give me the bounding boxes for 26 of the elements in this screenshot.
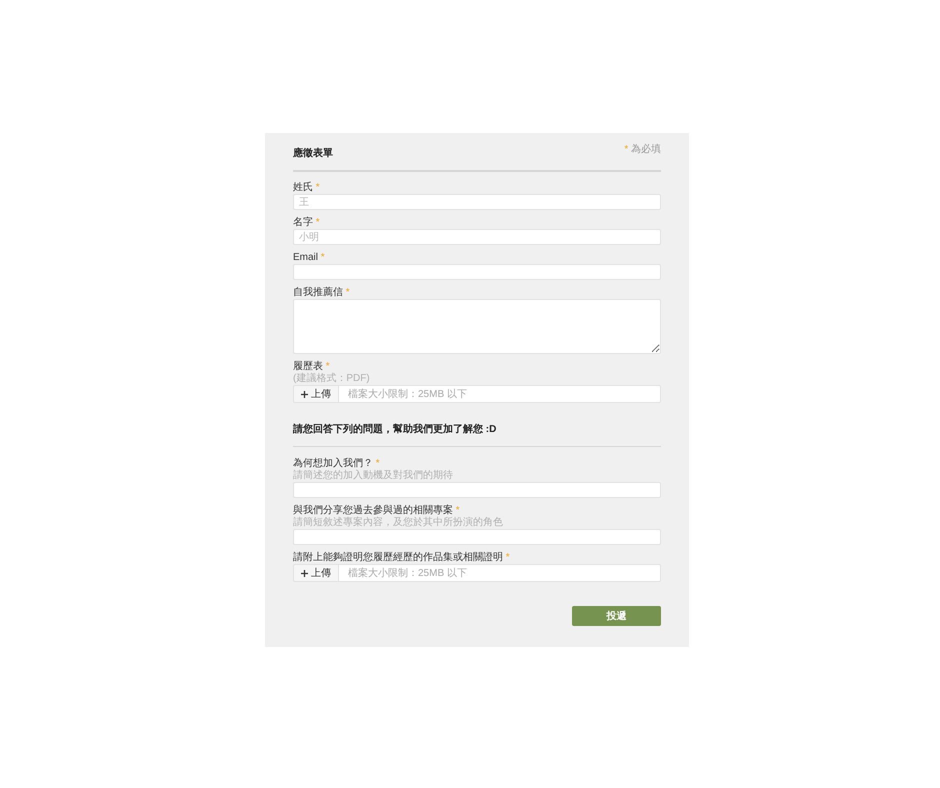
required-note: * 為必填 [624,144,661,156]
field-label: 名字 * [293,216,321,229]
upload-button[interactable]: 上傳 [293,385,339,403]
input-field[interactable] [293,264,661,280]
plus-icon [301,390,308,398]
form-title: 應徵表單 [293,147,333,161]
field-hint: (建議格式：PDF) [293,373,371,385]
file-name-field[interactable]: 檔案大小限制：25MB 以下 [339,385,661,403]
field-hint: 請簡短敘述專案內容，及您於其中所扮演的角色 [293,517,504,529]
input-field[interactable]: 王 [293,194,661,210]
field-label: 自我推薦信 * [293,286,351,299]
upload-button[interactable]: 上傳 [293,564,339,582]
field-label: Email * [293,251,326,264]
input-field[interactable]: 小明 [293,229,661,245]
field-label: 履歷表 * [293,360,331,372]
input-field[interactable] [293,529,661,545]
input-field[interactable] [293,482,661,498]
field-label: 姓氏 * [293,181,321,194]
section-title: 請您回答下列的問題，幫助我們更加了解您 :D [293,423,498,437]
text-area-field[interactable] [293,299,661,354]
file-name-field[interactable]: 檔案大小限制：25MB 以下 [339,564,661,582]
field-label: 與我們分享您過去參與過的相關專案 * [293,504,461,516]
field-label: 為何想加入我們？ * [293,457,381,470]
field-hint: 請簡述您的加入動機及對我們的期待 [293,470,454,482]
plus-icon [301,570,308,576]
field-label: 請附上能夠證明您履歷經歷的作品集或相關證明 * [293,551,511,564]
